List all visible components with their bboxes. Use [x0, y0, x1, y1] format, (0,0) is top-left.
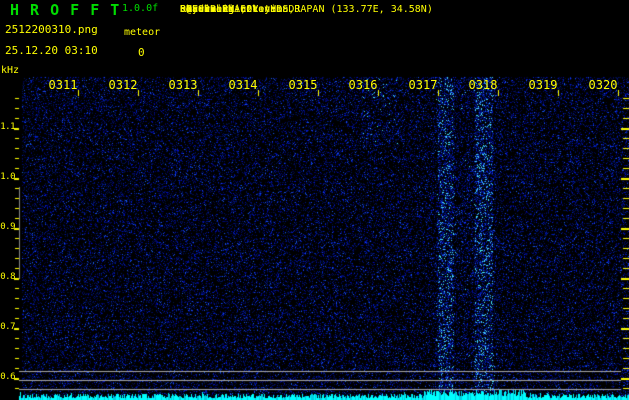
- time-tick-label: 0312: [108, 78, 138, 92]
- info-value: Radix RY-62V: [186, 4, 259, 15]
- time-tick-label: 0318: [468, 78, 498, 92]
- time-tick-label: 0313: [168, 78, 198, 92]
- spectrogram-canvas: [0, 0, 629, 400]
- freq-tick-label: 0.7: [0, 322, 15, 332]
- time-tick-label: 0316: [348, 78, 378, 92]
- time-tick-label: 0320: [588, 78, 618, 92]
- meteor-count: 0: [138, 46, 145, 59]
- freq-tick-label: 0.9: [0, 222, 15, 232]
- freq-tick-label: 0.6: [0, 372, 15, 382]
- time-tick-label: 0319: [528, 78, 558, 92]
- freq-tick-label: 0.8: [0, 272, 15, 282]
- time-tick-label: 0311: [48, 78, 78, 92]
- time-tick-label: 0317: [408, 78, 438, 92]
- app-title: H R O F F T: [10, 1, 121, 19]
- hrofft-screen: H R O F F T 1.0.0f 2512200310.png meteor…: [0, 0, 629, 400]
- output-filename: 2512200310.png: [5, 23, 98, 36]
- mode-label: meteor: [124, 27, 161, 38]
- datetime-label: 25.12.20 03:10: [5, 44, 98, 57]
- freq-tick-label: 1.1: [0, 122, 15, 132]
- y-axis-unit-label: kHz: [1, 65, 20, 76]
- freq-tick-label: 1.0: [0, 172, 15, 182]
- time-tick-label: 0314: [228, 78, 258, 92]
- app-version: 1.0.0f: [122, 3, 159, 14]
- time-tick-label: 0315: [288, 78, 318, 92]
